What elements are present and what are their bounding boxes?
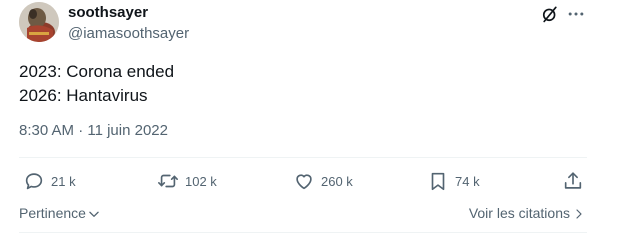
action-bar: 21 k 102 k 260 k 74 k [0, 168, 629, 198]
divider [19, 157, 587, 158]
author-handle[interactable]: @iamasoothsayer [68, 25, 189, 42]
like-count: 260 k [321, 173, 353, 189]
share-icon [564, 172, 582, 189]
view-quotes-link[interactable]: Voir les citations [469, 205, 585, 221]
repost-button[interactable]: 102 k [157, 170, 217, 192]
bookmark-icon [431, 172, 445, 191]
reply-button[interactable]: 21 k [23, 170, 76, 192]
like-button[interactable]: 260 k [293, 170, 353, 192]
avatar-image [19, 2, 59, 42]
author-name[interactable]: soothsayer [68, 4, 148, 21]
chevron-down-icon [89, 211, 99, 217]
heart-icon [296, 174, 312, 190]
reply-icon [25, 173, 43, 190]
chevron-right-icon [576, 208, 582, 219]
repost-icon [158, 174, 178, 188]
tweet-timestamp[interactable]: 8:30 AM · 11 juin 2022 [19, 122, 168, 139]
reply-count: 21 k [51, 173, 76, 189]
tweet-text: 2023: Corona ended 2026: Hantavirus [19, 60, 174, 108]
avatar[interactable] [19, 2, 59, 42]
bookmark-count: 74 k [455, 173, 480, 189]
divider [19, 232, 587, 233]
tweet-line: 2026: Hantavirus [19, 86, 148, 105]
more-icon[interactable] [566, 4, 586, 24]
sort-label: Pertinence [19, 205, 86, 221]
repost-count: 102 k [185, 173, 217, 189]
share-button[interactable] [562, 170, 584, 192]
quotes-label: Voir les citations [468, 205, 570, 221]
grok-slash-icon[interactable] [540, 4, 560, 24]
bookmark-button[interactable]: 74 k [427, 170, 480, 192]
sort-dropdown[interactable]: Pertinence [19, 205, 101, 221]
tweet-line: 2023: Corona ended [19, 62, 175, 81]
